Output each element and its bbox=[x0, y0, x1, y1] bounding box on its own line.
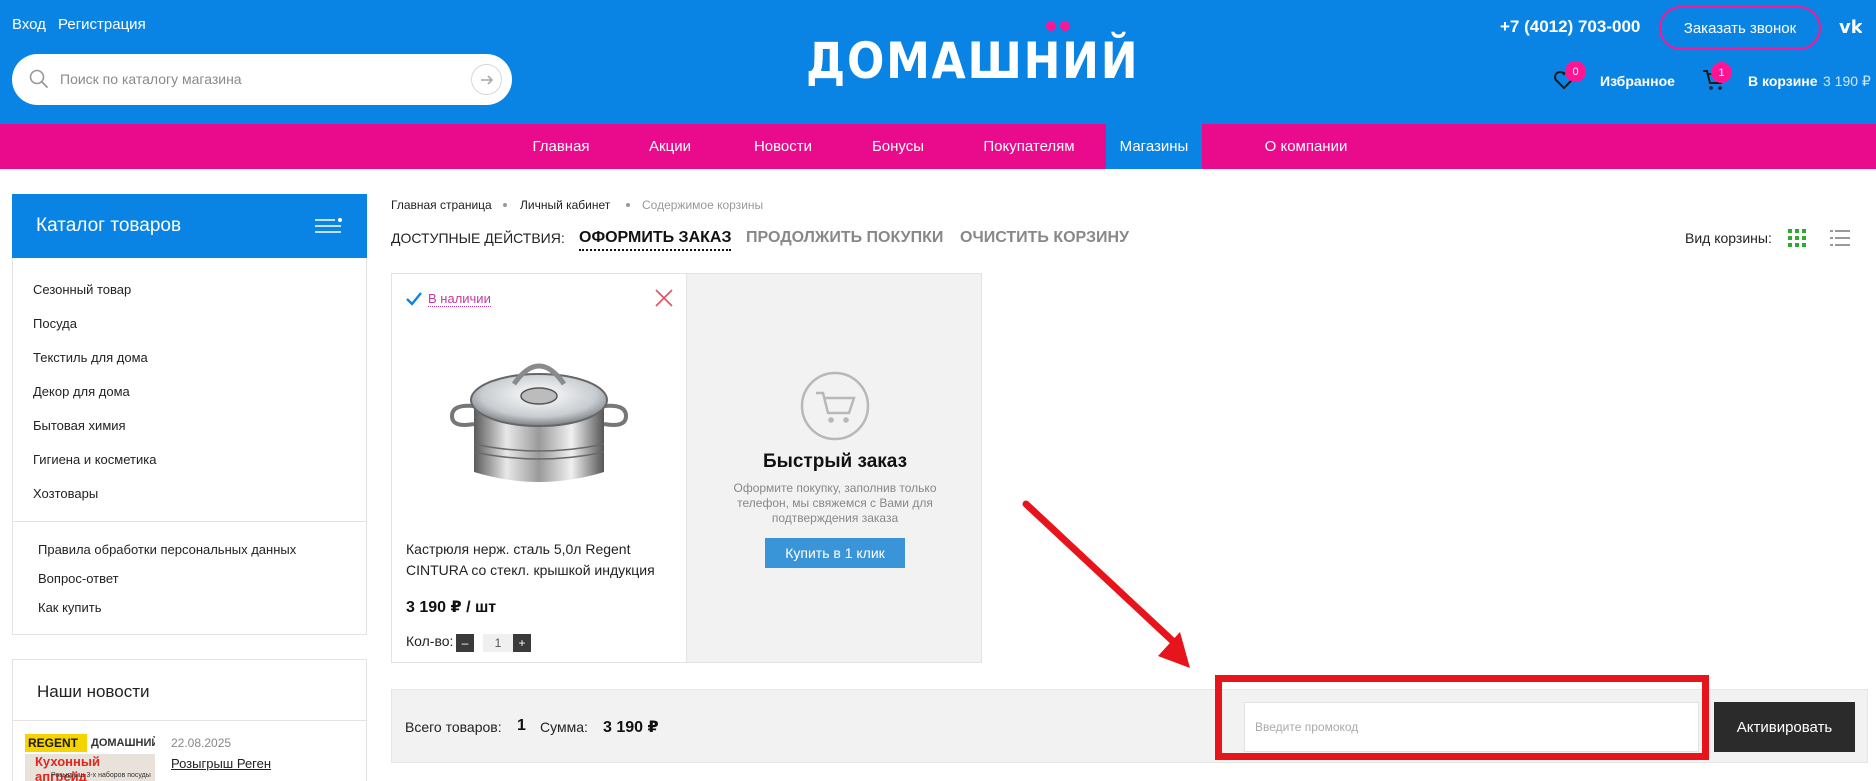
vk-icon[interactable]: vk bbox=[1838, 15, 1862, 37]
quick-order-description: Оформите покупку, заполнив только телефо… bbox=[733, 481, 937, 525]
main-nav: Главная Акции Новости Бонусы Покупателям… bbox=[0, 124, 1876, 169]
category-item[interactable]: Гигиена и косметика bbox=[33, 452, 156, 467]
search-box bbox=[12, 54, 512, 105]
checkout-button[interactable]: ОФОРМИТЬ ЗАКАЗ bbox=[579, 229, 732, 251]
nav-item-news[interactable]: Новости bbox=[741, 124, 825, 169]
breadcrumb-account[interactable]: Личный кабинет bbox=[520, 198, 610, 212]
news-image-logo: ДОМАШНИЙ bbox=[91, 737, 155, 749]
actions-label: ДОСТУПНЫЕ ДЕЙСТВИЯ: bbox=[391, 230, 565, 246]
catalog-title: Каталог товаров bbox=[36, 215, 182, 236]
info-link[interactable]: Вопрос-ответ bbox=[38, 571, 119, 586]
total-items-label: Всего товаров: bbox=[405, 719, 502, 735]
nav-item-promo[interactable]: Акции bbox=[632, 124, 708, 169]
cart-view-label: Вид корзины: bbox=[1685, 230, 1772, 246]
search-input[interactable] bbox=[60, 66, 460, 92]
news-image-brand: REGENT bbox=[28, 736, 79, 750]
favorites-badge: 0 bbox=[1565, 61, 1586, 82]
total-items-value: 1 bbox=[517, 717, 526, 734]
logo-dot bbox=[1060, 21, 1070, 31]
category-item[interactable]: Посуда bbox=[33, 316, 77, 331]
news-block: Наши новости REGENT ДОМАШНИЙ Кухонный ап… bbox=[12, 659, 367, 781]
nav-item-home[interactable]: Главная bbox=[520, 124, 602, 169]
news-image-sub: Розыгрыш 3-х наборов посуды bbox=[51, 772, 151, 779]
phone-number[interactable]: +7 (4012) 703-000 bbox=[1500, 17, 1640, 37]
sum-value: 3 190 ₽ bbox=[603, 719, 659, 736]
annotation-highlight-box bbox=[1215, 675, 1709, 760]
cart-sum: 3 190 ₽ bbox=[1823, 73, 1871, 89]
news-title: Наши новости bbox=[37, 682, 150, 701]
quick-order-card: Быстрый заказ Оформите покупку, заполнив… bbox=[686, 273, 982, 663]
site-header: Вход Регистрация ДОМАШНИЙ +7 (4012) 703-… bbox=[0, 0, 1876, 124]
nav-item-bonuses[interactable]: Бонусы bbox=[863, 124, 933, 169]
category-item[interactable]: Текстиль для дома bbox=[33, 350, 148, 365]
logo-dot bbox=[1046, 21, 1056, 31]
search-submit-button[interactable] bbox=[471, 64, 502, 95]
quantity-increase-button[interactable]: + bbox=[513, 634, 531, 652]
breadcrumb-current: Содержимое корзины bbox=[642, 198, 764, 212]
nav-item-stores[interactable]: Магазины bbox=[1106, 124, 1202, 169]
category-item[interactable]: Декор для дома bbox=[33, 384, 130, 399]
category-item[interactable]: Бытовая химия bbox=[33, 418, 126, 433]
menu-icon[interactable] bbox=[315, 216, 343, 236]
stock-status[interactable]: В наличии bbox=[428, 291, 491, 307]
grid-view-icon[interactable] bbox=[1788, 229, 1806, 247]
breadcrumb-separator bbox=[626, 203, 630, 207]
list-view-icon[interactable] bbox=[1830, 229, 1850, 247]
site-logo[interactable]: ДОМАШНИЙ bbox=[806, 18, 1138, 90]
breadcrumb-home[interactable]: Главная страница bbox=[391, 198, 492, 212]
continue-shopping-button[interactable]: ПРОДОЛЖИТЬ ПОКУПКИ bbox=[746, 229, 943, 247]
cart-badge: 1 bbox=[1711, 62, 1732, 83]
favorites-link[interactable]: Избранное bbox=[1600, 73, 1675, 89]
quantity-input[interactable]: 1 bbox=[483, 634, 513, 652]
check-icon bbox=[406, 292, 422, 306]
nav-item-customers[interactable]: Покупателям bbox=[974, 124, 1084, 169]
news-image[interactable]: REGENT ДОМАШНИЙ Кухонный апгрейд Розыгры… bbox=[25, 734, 155, 781]
login-link[interactable]: Вход bbox=[12, 16, 46, 33]
info-link[interactable]: Правила обработки персональных данных bbox=[38, 542, 296, 557]
info-link[interactable]: Как купить bbox=[38, 600, 101, 615]
callback-button[interactable]: Заказать звонок bbox=[1659, 6, 1821, 50]
category-item[interactable]: Сезонный товар bbox=[33, 282, 131, 297]
news-link[interactable]: Розыгрыш Реген bbox=[171, 756, 271, 771]
catalog-header[interactable]: Каталог товаров bbox=[12, 194, 367, 258]
divider bbox=[13, 521, 366, 522]
register-link[interactable]: Регистрация bbox=[58, 16, 146, 33]
arrow-right-icon bbox=[480, 74, 493, 85]
close-icon[interactable] bbox=[654, 288, 674, 308]
annotation-arrow bbox=[1022, 500, 1190, 668]
buy-one-click-button[interactable]: Купить в 1 клик bbox=[765, 538, 905, 568]
cart-item-card: В наличии Кастрюля нерж. сталь 5,0л Rege… bbox=[391, 273, 687, 663]
product-price: 3 190 ₽ / шт bbox=[406, 599, 497, 616]
search-icon bbox=[29, 69, 48, 88]
sum-label: Сумма: bbox=[540, 719, 588, 735]
quantity-label: Кол-во: bbox=[406, 633, 454, 649]
category-item[interactable]: Хозтовары bbox=[33, 486, 98, 501]
logo-text: ДОМАШНИЙ bbox=[806, 32, 1140, 90]
news-date: 22.08.2025 bbox=[171, 736, 232, 750]
svg-text:vk: vk bbox=[1839, 17, 1862, 37]
activate-promo-button[interactable]: Активировать bbox=[1714, 702, 1855, 752]
product-image[interactable] bbox=[444, 344, 634, 494]
quick-order-title: Быстрый заказ bbox=[762, 451, 908, 472]
catalog-menu: Сезонный товар Посуда Текстиль для дома … bbox=[12, 258, 367, 635]
clear-cart-button[interactable]: ОЧИСТИТЬ КОРЗИНУ bbox=[960, 229, 1129, 247]
cart-icon bbox=[800, 371, 870, 441]
quantity-decrease-button[interactable]: – bbox=[456, 634, 474, 652]
product-name[interactable]: Кастрюля нерж. сталь 5,0л Regent CINTURA… bbox=[406, 539, 676, 581]
divider bbox=[13, 720, 366, 721]
nav-item-about[interactable]: О компании bbox=[1256, 124, 1356, 169]
cart-link[interactable]: В корзине bbox=[1748, 73, 1818, 89]
breadcrumb-separator bbox=[503, 203, 507, 207]
